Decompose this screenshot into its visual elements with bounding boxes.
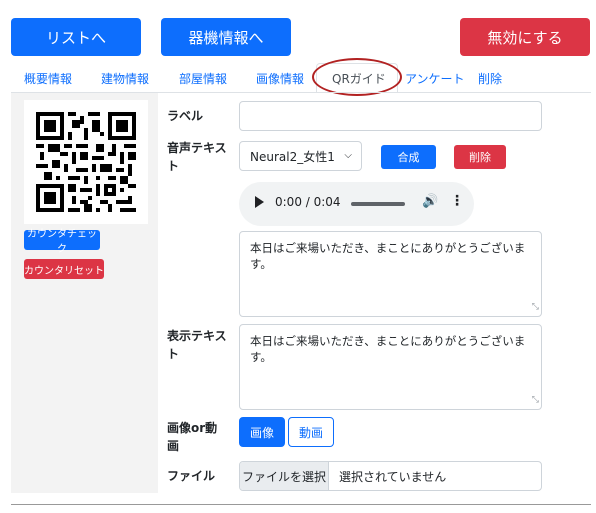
voice-select-value: Neural2_女性1 bbox=[250, 149, 335, 164]
label-input[interactable] bbox=[239, 101, 542, 131]
audio-player[interactable]: 0:00 / 0:04 🔊 ⋮ bbox=[239, 182, 474, 226]
bottom-divider bbox=[11, 504, 591, 505]
delete-audio-button[interactable]: 削除 bbox=[454, 145, 506, 169]
tab-image[interactable]: 画像情報 bbox=[256, 70, 304, 87]
annotation-circle bbox=[312, 58, 402, 96]
voice-text-label: 音声テキスト bbox=[167, 141, 227, 173]
counter-check-button[interactable]: カウンタチェック bbox=[24, 229, 100, 255]
tab-survey[interactable]: アンケート bbox=[405, 70, 465, 87]
display-text-label: 表示テキスト bbox=[167, 329, 227, 361]
display-text-area[interactable]: 本日はご来場いただき、まことにありがとうございます。 ⤡ bbox=[239, 324, 542, 410]
back-to-list-button[interactable]: リストへ bbox=[11, 18, 141, 56]
file-label: ファイル bbox=[167, 469, 216, 483]
device-info-button[interactable]: 器機情報へ bbox=[161, 18, 291, 56]
voice-text-value: 本日はご来場いただき、まことにありがとうございます。 bbox=[250, 241, 526, 271]
choose-file-button[interactable]: ファイルを選択 bbox=[240, 462, 329, 490]
more-vert-icon[interactable]: ⋮ bbox=[450, 193, 464, 209]
voice-text-area[interactable]: 本日はご来場いただき、まことにありがとうございます。 ⤡ bbox=[239, 231, 542, 317]
qr-code-icon bbox=[24, 100, 148, 224]
tab-delete[interactable]: 削除 bbox=[478, 70, 502, 87]
image-toggle-button[interactable]: 画像 bbox=[239, 417, 285, 447]
audio-progress-bar[interactable] bbox=[351, 202, 405, 206]
audio-time: 0:00 / 0:04 bbox=[275, 195, 341, 209]
disable-button[interactable]: 無効にする bbox=[460, 18, 590, 56]
synthesize-button[interactable]: 合成 bbox=[381, 145, 436, 169]
voice-select[interactable]: Neural2_女性1 ⌵ bbox=[239, 141, 362, 171]
media-type-label: 画像or動画 bbox=[167, 421, 218, 453]
play-icon[interactable] bbox=[255, 196, 264, 208]
resize-grip-icon[interactable]: ⤡ bbox=[532, 299, 539, 315]
tab-room[interactable]: 部屋情報 bbox=[179, 70, 227, 87]
resize-grip-icon[interactable]: ⤡ bbox=[532, 392, 539, 408]
display-text-value: 本日はご来場いただき、まことにありがとうございます。 bbox=[250, 334, 526, 364]
file-status: 選択されていません bbox=[339, 469, 447, 484]
volume-icon[interactable]: 🔊 bbox=[422, 194, 438, 209]
tab-building[interactable]: 建物情報 bbox=[101, 70, 149, 87]
counter-reset-button[interactable]: カウンタリセット bbox=[24, 259, 104, 279]
file-input[interactable]: ファイルを選択 選択されていません bbox=[239, 461, 542, 491]
chevron-down-icon: ⌵ bbox=[344, 150, 352, 161]
label-field-label: ラベル bbox=[167, 109, 204, 123]
tab-overview[interactable]: 概要情報 bbox=[24, 70, 72, 87]
video-toggle-button[interactable]: 動画 bbox=[288, 417, 334, 447]
